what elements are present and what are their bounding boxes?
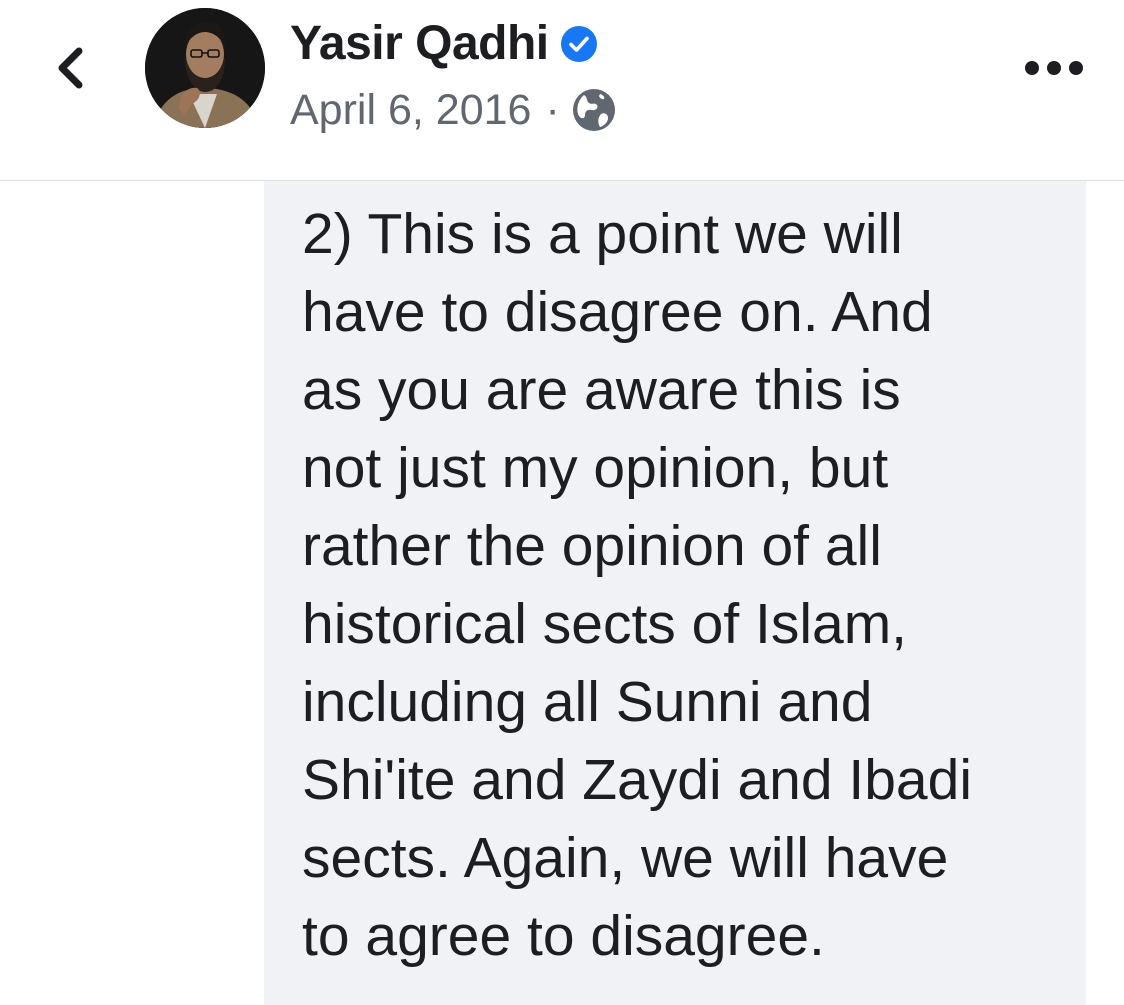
comment-text: 2) This is a point we will have to disag… <box>302 202 973 968</box>
back-button[interactable] <box>40 38 100 98</box>
avatar[interactable] <box>145 8 265 128</box>
author-name[interactable]: Yasir Qadhi <box>290 20 549 68</box>
more-options-icon <box>1025 61 1083 75</box>
more-options-button[interactable] <box>1022 40 1086 96</box>
chevron-left-icon <box>58 47 83 89</box>
post-view: Yasir Qadhi April 6, 2016 · 2) This is a… <box>0 0 1124 1005</box>
post-header: Yasir Qadhi April 6, 2016 · <box>0 0 1124 181</box>
meta-separator: · <box>545 85 560 134</box>
comment-bubble: 2) This is a point we will have to disag… <box>264 181 1086 1005</box>
author-row: Yasir Qadhi <box>290 12 599 76</box>
globe-icon <box>570 86 618 134</box>
post-date[interactable]: April 6, 2016 <box>290 88 531 132</box>
post-meta: April 6, 2016 · <box>290 82 618 138</box>
verified-badge-icon <box>559 24 599 64</box>
